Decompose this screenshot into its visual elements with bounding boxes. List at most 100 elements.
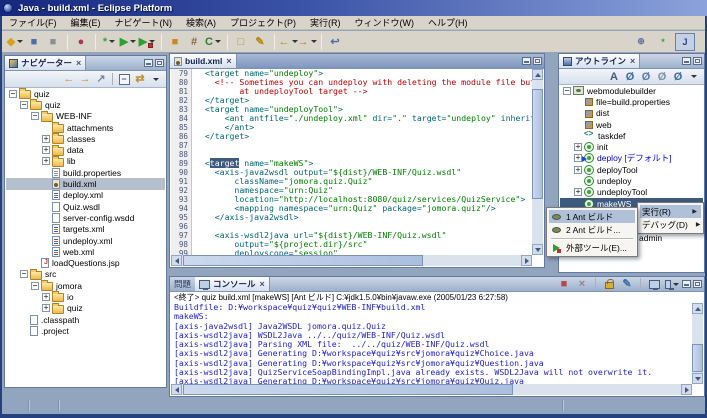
menu-item[interactable]: 外部ツール(E)... <box>549 241 635 254</box>
scroll-right-icon[interactable] <box>681 384 692 395</box>
expand-expander-icon[interactable]: + <box>42 304 50 312</box>
dropdown-arrow-icon[interactable] <box>130 40 136 43</box>
tab-navigator[interactable]: ナビゲーター × <box>5 56 86 70</box>
tree-row[interactable]: +deploy [デフォルト] <box>560 153 703 164</box>
link-editor-icon[interactable]: ⇄ <box>132 72 148 87</box>
tree-row[interactable]: undeploy <box>560 175 703 186</box>
view-menu-icon[interactable] <box>686 69 702 84</box>
tree-row[interactable]: build.properties <box>6 167 165 178</box>
terminate-icon[interactable]: ■ <box>556 277 572 292</box>
menu-item[interactable]: プロジェクト(P) <box>223 16 303 30</box>
menu-item[interactable]: ヘルプ(H) <box>421 16 475 30</box>
collapse-expander-icon[interactable]: − <box>20 270 28 278</box>
remove-launches-icon[interactable]: × <box>574 277 590 292</box>
tree-row[interactable]: undeploy.xml <box>6 235 165 246</box>
last-edit-location-icon[interactable]: ↩ <box>326 33 344 51</box>
collapse-expander-icon[interactable]: − <box>9 90 17 98</box>
tree-row[interactable]: .classpath <box>6 314 165 325</box>
menu-item[interactable]: デバッグ(D)▶ <box>640 218 701 231</box>
debug-icon[interactable]: * <box>100 33 118 51</box>
debug-perspective-icon[interactable]: * <box>653 33 673 51</box>
tree-row[interactable]: +undeployTool <box>560 187 703 198</box>
scrollbar-thumb[interactable] <box>183 255 423 266</box>
pin-console-icon[interactable]: ✎ <box>619 277 635 292</box>
tree-row[interactable]: −jomora <box>6 280 165 291</box>
view-menu-icon[interactable] <box>148 72 164 87</box>
expand-expander-icon[interactable]: + <box>42 146 50 154</box>
dropdown-arrow-icon[interactable] <box>311 40 317 43</box>
collapse-all-icon[interactable]: − <box>116 72 132 87</box>
minimize-icon[interactable] <box>682 280 691 288</box>
expand-expander-icon[interactable]: + <box>574 154 582 162</box>
tree-row[interactable]: −src <box>6 269 165 280</box>
scrollbar-thumb[interactable] <box>532 89 543 199</box>
scroll-down-icon[interactable] <box>692 373 703 384</box>
filter-icon[interactable]: Ø <box>638 69 654 84</box>
tree-row[interactable]: +lib <box>6 156 165 167</box>
tree-row[interactable]: −quiz <box>6 99 165 110</box>
close-icon[interactable]: × <box>260 279 265 289</box>
up-icon[interactable]: ↗ <box>93 72 109 87</box>
tree-row[interactable]: build.xml <box>6 178 165 189</box>
back-icon[interactable]: ← <box>61 72 77 87</box>
filter-icon[interactable]: Ø <box>622 69 638 84</box>
scroll-left-icon[interactable] <box>171 384 182 395</box>
close-icon[interactable]: × <box>226 56 231 66</box>
run-icon[interactable]: ▶ <box>119 33 137 51</box>
dropdown-arrow-icon[interactable] <box>215 40 221 43</box>
tree-row[interactable]: server-config.wsdd <box>6 212 165 223</box>
tree-row[interactable]: file=build.properties <box>560 96 703 107</box>
tab-problems[interactable]: 問題 <box>170 277 195 291</box>
clear-console-icon[interactable] <box>646 277 662 292</box>
dropdown-arrow-icon[interactable] <box>673 283 679 286</box>
back-icon[interactable]: ← <box>279 33 297 51</box>
code-editor[interactable]: 79 <target name="undeploy">80 <!-- Somet… <box>171 69 532 255</box>
save-icon[interactable]: ■ <box>25 33 43 51</box>
menu-item[interactable]: 2 Ant ビルド... <box>549 223 635 236</box>
dropdown-arrow-icon[interactable] <box>109 40 115 43</box>
scroll-down-icon[interactable] <box>532 244 543 255</box>
expand-expander-icon[interactable]: + <box>574 188 582 196</box>
close-icon[interactable]: × <box>76 58 81 68</box>
tree-row[interactable]: loadQuestions.jsp <box>6 257 165 268</box>
maximize-icon[interactable] <box>693 280 702 288</box>
new-java-project-icon[interactable]: ■ <box>166 33 184 51</box>
editor-vertical-scrollbar[interactable] <box>532 69 543 255</box>
new-class-icon[interactable]: C <box>204 33 222 51</box>
minimize-icon[interactable] <box>144 59 153 67</box>
scrollbar-thumb[interactable] <box>692 344 703 372</box>
menu-item[interactable]: ウィンドウ(W) <box>348 16 422 30</box>
tree-row[interactable]: web.xml <box>6 246 165 257</box>
menu-item[interactable]: 編集(E) <box>64 16 108 30</box>
tree-row[interactable]: −quiz <box>6 88 165 99</box>
minimize-icon[interactable] <box>522 57 531 65</box>
tree-row[interactable]: +init <box>560 141 703 152</box>
maximize-icon[interactable] <box>693 57 702 65</box>
expand-expander-icon[interactable]: + <box>574 166 582 174</box>
scroll-right-icon[interactable] <box>521 255 532 266</box>
scroll-up-icon[interactable] <box>532 69 543 80</box>
menu-item[interactable]: ファイル(F) <box>2 16 64 30</box>
tree-row[interactable]: +io <box>6 291 165 302</box>
collapse-expander-icon[interactable]: − <box>563 87 571 95</box>
expand-expander-icon[interactable]: + <box>574 143 582 151</box>
filter-icon[interactable]: Ø <box>654 69 670 84</box>
expand-expander-icon[interactable]: + <box>42 293 50 301</box>
tab-console[interactable]: コンソール × <box>195 277 270 291</box>
tree-row[interactable]: dist <box>560 108 703 119</box>
scrollbar-thumb[interactable] <box>183 384 513 395</box>
forward-icon[interactable]: → <box>298 33 316 51</box>
tree-row[interactable]: attachments <box>6 122 165 133</box>
filter-icon[interactable]: Ø <box>670 69 686 84</box>
maximize-icon[interactable] <box>533 57 542 65</box>
open-type-icon[interactable]: □ <box>232 33 250 51</box>
print-icon[interactable]: ■ <box>44 33 62 51</box>
editor-horizontal-scrollbar[interactable] <box>171 255 532 266</box>
tab-outline[interactable]: アウトライン × <box>559 54 640 68</box>
expand-expander-icon[interactable]: + <box>42 135 50 143</box>
menu-item[interactable]: 1 Ant ビルド <box>549 210 635 223</box>
new-package-icon[interactable]: # <box>185 33 203 51</box>
tree-row[interactable]: +classes <box>6 133 165 144</box>
console-horizontal-scrollbar[interactable] <box>171 384 692 395</box>
collapse-expander-icon[interactable]: − <box>31 282 39 290</box>
